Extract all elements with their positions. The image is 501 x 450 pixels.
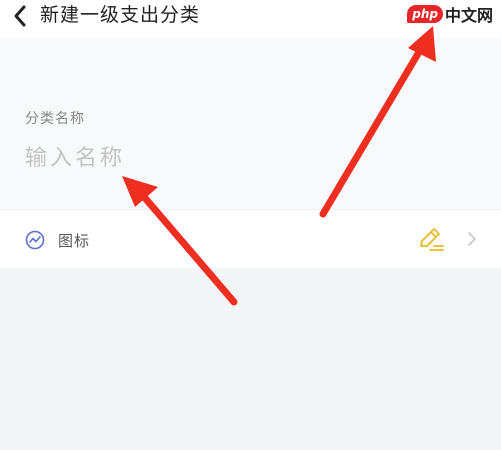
icon-label: 图标 [58, 232, 91, 250]
page-title: 新建一级支出分类 [40, 4, 201, 26]
category-name-input[interactable] [23, 138, 467, 178]
watermark-cn: 中文网 [444, 6, 493, 25]
watermark-php: php [407, 5, 443, 23]
category-name-label: 分类名称 [25, 111, 85, 127]
site-watermark-logo: php 中文网 [407, 0, 493, 28]
name-section: 分类名称 [0, 38, 501, 210]
chevron-right-icon [468, 232, 476, 246]
pencil-icon [420, 228, 444, 251]
top-bar: 新建一级支出分类 php 中文网 [0, 0, 501, 38]
icon-picker-row[interactable]: 图标 [0, 210, 501, 268]
trend-circle-icon [25, 230, 45, 250]
back-button[interactable] [6, 2, 34, 30]
chevron-left-icon [14, 5, 26, 27]
empty-area [0, 268, 501, 450]
